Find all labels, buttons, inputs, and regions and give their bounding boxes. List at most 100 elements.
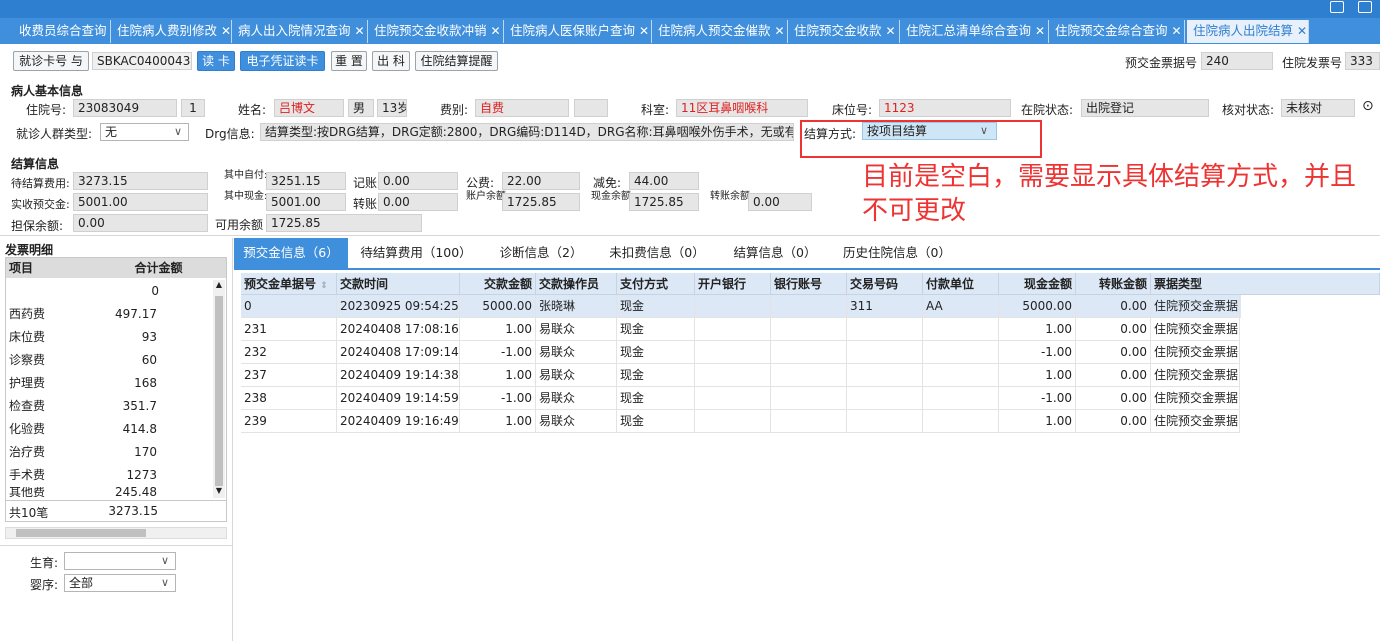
operator-cell: 张晓琳	[536, 295, 617, 318]
tab-undeducted[interactable]: 未扣费信息（0）	[604, 238, 710, 268]
visit-type-suffix: 与	[70, 54, 83, 68]
col-header[interactable]: 交款金额	[460, 273, 536, 295]
e-voucher-button[interactable]: 电子凭证读卡	[240, 51, 325, 71]
check-circle-icon[interactable]: ⊙	[1362, 98, 1374, 114]
col-header[interactable]: 交款时间	[337, 273, 460, 295]
table-row[interactable]: 239 20240409 19:16:49 1.00 易联众 现金 1.00 0.00 住院预…	[241, 410, 1241, 433]
item-name: 西药费	[9, 307, 46, 321]
card-number-input[interactable]: SBKAC0400043	[92, 52, 192, 70]
tab-admission-query[interactable]: 病人出入院情况查询 ✕	[232, 20, 368, 43]
vertical-scrollbar[interactable]: ▲ ▼	[213, 280, 225, 498]
close-icon[interactable]: ✕	[886, 24, 896, 38]
table-row[interactable]: 232 20240408 17:09:14 -1.00 易联众 现金 -1.00 0.00 住…	[241, 341, 1241, 364]
tab-deposit-query[interactable]: 住院预交金综合查询 ✕	[1049, 20, 1185, 43]
horizontal-scrollbar[interactable]	[5, 527, 227, 539]
drg-label: Drg信息:	[205, 127, 255, 141]
settlement-reminder-button[interactable]: 住院结算提醒	[415, 51, 498, 71]
list-item[interactable]: 治疗费 170	[6, 441, 211, 464]
fee-type-field: 自费	[475, 99, 569, 117]
tab-history[interactable]: 历史住院信息（0）	[838, 238, 956, 268]
of-which-self-label: 其中自付:	[224, 170, 268, 181]
tab-summary-query[interactable]: 住院汇总清单综合查询 ✕	[900, 20, 1049, 43]
group-label: 就诊人群类型:	[16, 127, 93, 141]
window-icon[interactable]	[1358, 1, 1372, 13]
col-header[interactable]: 银行账号	[771, 273, 847, 295]
sort-icon[interactable]: ⇕	[320, 281, 328, 291]
scrollbar-thumb[interactable]	[215, 296, 223, 486]
tab-discharge-settlement[interactable]: 住院病人出院结算 ✕	[1187, 20, 1309, 43]
order-select[interactable]: 全部 ∨	[64, 574, 176, 592]
col-header[interactable]: 预交金单据号 ⇕	[241, 273, 337, 295]
col-header[interactable]: 付款单位	[923, 273, 999, 295]
close-icon[interactable]: ✕	[221, 24, 231, 38]
close-icon[interactable]: ✕	[775, 24, 785, 38]
pay-amount-cell: 1.00	[460, 318, 536, 341]
transfer-amount-cell: 0.00	[1076, 364, 1151, 387]
table-row[interactable]: 238 20240409 19:14:59 -1.00 易联众 现金 -1.00 0.00 住…	[241, 387, 1241, 410]
tab-pending-fees[interactable]: 待结算费用（100）	[360, 238, 472, 268]
col-header[interactable]: 支付方式	[617, 273, 695, 295]
list-item[interactable]: 其他费 245.48	[6, 487, 211, 497]
item-amount: 245.48	[115, 487, 157, 497]
table-row[interactable]: 237 20240409 19:14:38 1.00 易联众 现金 1.00 0.00 住院预…	[241, 364, 1241, 387]
chevron-down-icon: ∨	[160, 576, 169, 589]
discharge-button[interactable]: 出 科	[372, 51, 410, 71]
close-icon[interactable]: ✕	[355, 24, 365, 38]
fee-type-extra-field	[574, 99, 608, 117]
tab-label: 住院病人出院结算	[1193, 23, 1294, 38]
payer-cell: AA	[923, 295, 999, 318]
list-item[interactable]: 化验费 414.8	[6, 418, 211, 441]
col-header[interactable]: 交款操作员	[536, 273, 617, 295]
list-item[interactable]: 床位费 93	[6, 326, 211, 349]
list-item[interactable]: 检查费 351.7	[6, 395, 211, 418]
tab-settle-info[interactable]: 结算信息（0）	[728, 238, 822, 268]
scrollbar-thumb[interactable]	[16, 529, 146, 537]
payer-cell	[923, 341, 999, 364]
list-item[interactable]: 诊察费 60	[6, 349, 211, 372]
transfer-field: 0.00	[378, 193, 458, 211]
fee-type-label: 费别:	[440, 103, 469, 117]
close-icon[interactable]: ✕	[1172, 24, 1182, 38]
col-header[interactable]: 现金金额	[999, 273, 1076, 295]
tab-deposit-reversal[interactable]: 住院预交金收款冲销 ✕	[368, 20, 504, 43]
birth-select[interactable]: ∨	[64, 552, 176, 570]
list-item[interactable]: 护理费 168	[6, 372, 211, 395]
col-header[interactable]: 开户银行	[695, 273, 771, 295]
tab-insurance-account[interactable]: 住院病人医保账户查询 ✕	[504, 20, 652, 43]
tab-fee-type-edit[interactable]: 住院病人费别修改 ✕	[111, 20, 232, 43]
tab-deposit-info[interactable]: 预交金信息（6）	[234, 238, 348, 268]
list-item[interactable]: 0	[6, 280, 211, 303]
list-item[interactable]: 西药费 497.17	[6, 303, 211, 326]
scroll-up-icon[interactable]: ▲	[213, 280, 225, 289]
close-icon[interactable]: ✕	[491, 24, 501, 38]
tab-deposit-collect[interactable]: 住院预交金收款 ✕	[788, 20, 900, 43]
close-icon[interactable]: ✕	[639, 24, 649, 38]
panel-splitter[interactable]	[232, 238, 233, 641]
scroll-down-icon[interactable]: ▼	[213, 486, 225, 495]
table-row[interactable]: 0 20230925 09:54:25 5000.00 张晓琳 现金 311 AA 5000.…	[241, 295, 1241, 318]
close-icon[interactable]: ✕	[1035, 24, 1045, 38]
tab-cashier-query[interactable]: 收费员综合查询	[13, 20, 111, 43]
trade-no-cell	[847, 364, 923, 387]
operator-cell: 易联众	[536, 318, 617, 341]
table-row[interactable]: 231 20240408 17:08:16 1.00 易联众 现金 1.00 0.00 住院预…	[241, 318, 1241, 341]
group-select[interactable]: 无 ∨	[100, 123, 189, 141]
inpatient-no-label: 住院号:	[26, 103, 67, 117]
tab-deposit-reminder[interactable]: 住院病人预交金催款 ✕	[652, 20, 788, 43]
cash-amount-cell: 5000.00	[999, 295, 1076, 318]
read-card-button[interactable]: 读 卡	[197, 51, 235, 71]
close-icon[interactable]: ✕	[1297, 24, 1307, 38]
check-field: 未核对	[1281, 99, 1355, 117]
list-item[interactable]: 手术费 1273	[6, 464, 211, 487]
pay-method-cell: 现金	[617, 410, 695, 433]
col-header[interactable]: 票据类型	[1151, 273, 1380, 295]
monitor-icon[interactable]	[1330, 1, 1344, 13]
col-header[interactable]: 交易号码	[847, 273, 923, 295]
col-header[interactable]: 转账金额	[1076, 273, 1151, 295]
account-balance-label: 账户余额	[466, 191, 506, 202]
tab-diagnosis[interactable]: 诊断信息（2）	[496, 238, 586, 268]
charge-field: 0.00	[378, 172, 458, 190]
total-label: 共10笔	[9, 506, 49, 520]
visit-type-select[interactable]: 就诊卡号 与	[13, 51, 89, 71]
reset-button[interactable]: 重 置	[331, 51, 367, 71]
